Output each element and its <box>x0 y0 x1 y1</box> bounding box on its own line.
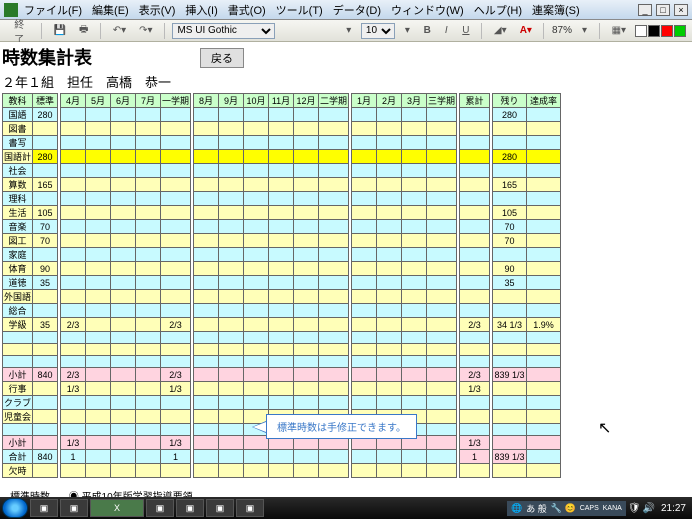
menu-tsushin[interactable]: 連案簿(S) <box>532 2 580 18</box>
menu-format[interactable]: 書式(O) <box>228 2 266 18</box>
tray-icon[interactable]: 🔊 <box>643 503 655 514</box>
bold-icon[interactable]: B <box>420 23 435 38</box>
zoom-value[interactable]: 87% <box>552 25 572 36</box>
taskbar: ▣ ▣ X ▣ ▣ ▣ ▣ 🌐 あ 般 🔧 😊 CAPS KANA 🛡 🔊 21… <box>0 497 692 519</box>
menu-file[interactable]: ファイル(F) <box>24 2 82 18</box>
menu-bar: ファイル(F) 編集(E) 表示(V) 挿入(I) 書式(O) ツール(T) デ… <box>0 0 692 20</box>
menu-help[interactable]: ヘルプ(H) <box>474 2 522 18</box>
underline-icon[interactable]: U <box>458 23 473 38</box>
menu-insert[interactable]: 挿入(I) <box>185 2 217 18</box>
taskbar-item[interactable]: ▣ <box>176 499 204 517</box>
save-icon[interactable]: 💾 <box>49 23 69 38</box>
taskbar-item[interactable]: ▣ <box>60 499 88 517</box>
taskbar-item[interactable]: X <box>90 499 144 517</box>
fill-color-icon[interactable]: ◢▾ <box>490 23 510 38</box>
taskbar-item[interactable]: ▣ <box>146 499 174 517</box>
font-size-select[interactable]: 10 <box>361 23 395 39</box>
taskbar-item[interactable]: ▣ <box>236 499 264 517</box>
font-color-icon[interactable]: A▾ <box>516 23 535 38</box>
back-button[interactable]: 戻る <box>200 48 244 68</box>
ime-bar[interactable]: 🌐 あ 般 🔧 😊 CAPS KANA <box>507 501 626 516</box>
clock: 21:27 <box>661 503 686 514</box>
menu-edit[interactable]: 編集(E) <box>92 2 129 18</box>
menu-tool[interactable]: ツール(T) <box>276 2 323 18</box>
font-select[interactable]: MS UI Gothic <box>172 23 274 39</box>
callout: 標準時数は手修正できます。 <box>252 414 417 439</box>
toolbar: 終了 💾 🖶 ↶▾ ↷▾ MS UI Gothic ▾ 10 ▾ B I U ◢… <box>0 20 692 42</box>
menu-view[interactable]: 表示(V) <box>139 2 176 18</box>
start-button[interactable] <box>2 498 28 518</box>
undo-icon[interactable]: ↶▾ <box>109 23 129 38</box>
page-title: 時数集計表 <box>2 44 690 70</box>
color-palette[interactable] <box>635 25 686 37</box>
menu-data[interactable]: データ(D) <box>333 2 381 18</box>
taskbar-item[interactable]: ▣ <box>30 499 58 517</box>
tray-icon[interactable]: 🛡 <box>628 503 641 514</box>
redo-icon[interactable]: ↷▾ <box>135 23 155 38</box>
subtitle: ２年１組 担任 高橋 恭一 <box>2 72 690 91</box>
italic-icon[interactable]: I <box>440 23 452 38</box>
print-icon[interactable]: 🖶 <box>75 20 92 41</box>
border-icon[interactable]: ▦▾ <box>608 23 629 38</box>
menu-window[interactable]: ウィンドウ(W) <box>391 2 464 18</box>
close-button[interactable]: × <box>674 4 688 16</box>
taskbar-item[interactable]: ▣ <box>206 499 234 517</box>
minimize-button[interactable]: _ <box>638 4 652 16</box>
restore-button[interactable]: □ <box>656 4 670 16</box>
